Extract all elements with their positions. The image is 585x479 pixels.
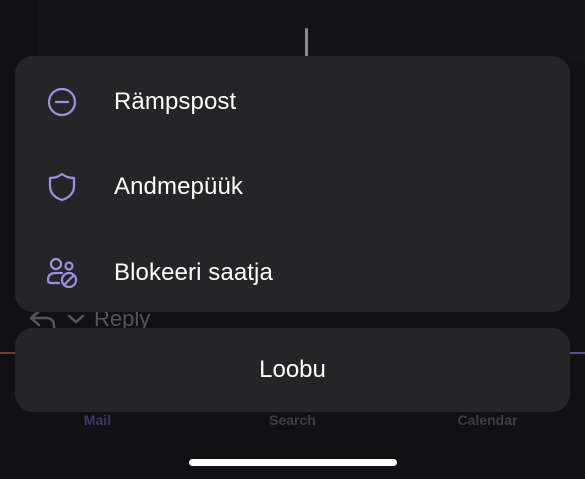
action-phishing-label: Andmepüük [114,173,243,200]
background-scrollbar [305,28,308,58]
action-sheet: Rämpspost Andmepüük Blokeeri saatja [15,56,570,312]
background-message-pane [38,0,585,60]
cancel-button[interactable]: Loobu [15,328,570,412]
minus-circle-icon [45,85,79,119]
home-indicator[interactable] [189,459,397,466]
action-junk-label: Rämpspost [114,88,237,115]
action-block-sender-label: Blokeeri saatja [114,259,273,286]
cancel-label: Loobu [259,356,326,383]
action-block-sender[interactable]: Blokeeri saatja [15,230,570,312]
action-junk[interactable]: Rämpspost [15,59,570,145]
background-divider-left [0,352,16,354]
tab-search: Search [269,412,316,428]
background-divider-right [569,352,585,354]
action-phishing[interactable]: Andmepüük [15,144,570,230]
shield-icon [45,170,79,204]
screen: Reply Mail Search Calendar Rämpspost And… [0,0,585,479]
tab-calendar: Calendar [457,412,518,428]
block-people-icon [45,256,79,290]
tab-mail: Mail [83,412,112,428]
chevron-down-icon [66,312,86,326]
